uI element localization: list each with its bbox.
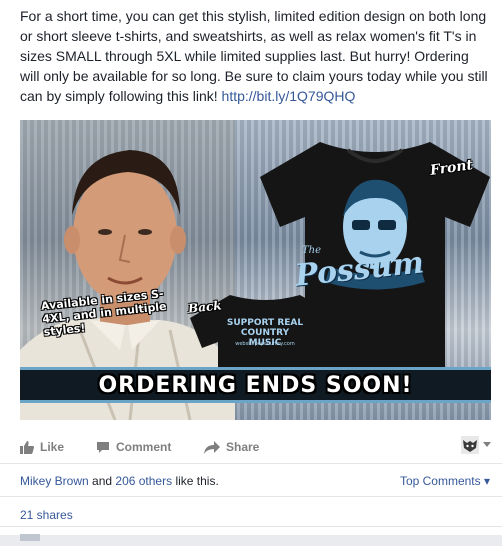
- like-button[interactable]: Like: [20, 440, 64, 454]
- ordering-banner: ORDERING ENDS SOON!: [20, 367, 491, 403]
- post-card: For a short time, you can get this styli…: [0, 0, 502, 541]
- share-arrow-icon: [204, 440, 220, 454]
- post-link[interactable]: http://bit.ly/1Q79QHQ: [222, 88, 356, 104]
- likes-suffix: like this.: [172, 474, 219, 488]
- likes-and: and: [88, 474, 116, 488]
- divider: [0, 463, 502, 464]
- post-body: For a short time, you can get this styli…: [20, 6, 490, 106]
- chevron-down-icon: [483, 442, 491, 447]
- post-as-selector[interactable]: [461, 436, 491, 454]
- shares-link[interactable]: 21 shares: [20, 508, 73, 522]
- divider: [0, 526, 502, 527]
- thumbs-up-icon: [20, 440, 34, 454]
- comment-composer[interactable]: [20, 528, 492, 541]
- comment-label: Comment: [116, 440, 172, 454]
- share-label: Share: [226, 440, 260, 454]
- top-comments-dropdown[interactable]: Top Comments ▾: [400, 474, 490, 488]
- share-button[interactable]: Share: [204, 440, 259, 454]
- others-link[interactable]: 206 others: [115, 474, 172, 488]
- divider: [0, 496, 502, 497]
- possum-prefix: The: [302, 245, 322, 256]
- like-label: Like: [40, 440, 65, 454]
- banner-text: ORDERING ENDS SOON!: [98, 372, 413, 398]
- user-avatar-icon: [20, 534, 40, 541]
- post-image[interactable]: Front Back Available in sizes S-4XL, and…: [20, 120, 491, 420]
- likes-summary: Mikey Brown and 206 others like this.: [20, 474, 219, 488]
- liker-name-link[interactable]: Mikey Brown: [20, 474, 89, 488]
- comment-icon: [97, 441, 109, 453]
- back-url: websitepopcountry.com: [235, 341, 295, 347]
- action-bar: Like Comment Share: [20, 436, 491, 460]
- comment-button[interactable]: Comment: [96, 440, 171, 454]
- page-avatar-icon: [461, 436, 479, 454]
